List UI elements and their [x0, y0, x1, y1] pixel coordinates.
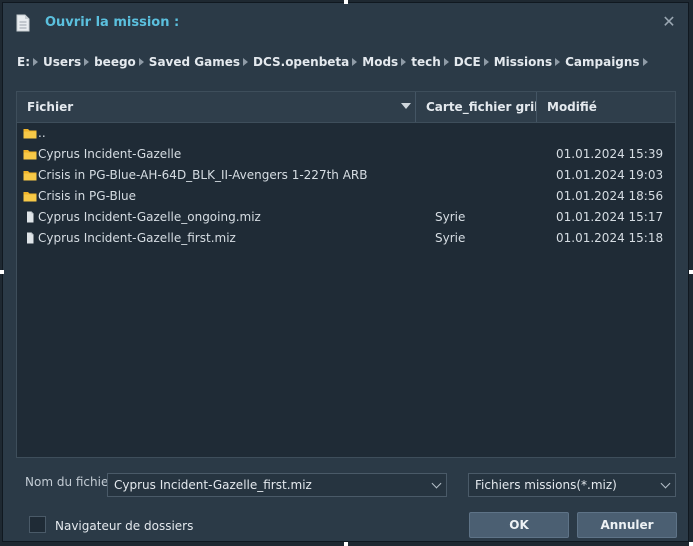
list-item-file[interactable]: Cyprus Incident-Gazelle_first.miz Syrie … [17, 228, 675, 249]
file-name: .. [38, 126, 46, 140]
file-date: 01.01.2024 18:56 [556, 189, 664, 203]
breadcrumb-missions[interactable]: Missions [494, 55, 552, 69]
file-date: 01.01.2024 15:39 [556, 147, 664, 161]
resize-handle-left[interactable] [0, 270, 4, 274]
column-header-name[interactable]: Fichier [17, 92, 416, 122]
breadcrumb-dce[interactable]: DCE [454, 55, 481, 69]
breadcrumb-campaigns[interactable]: Campaigns [565, 55, 639, 69]
list-item-folder[interactable]: Cyprus Incident-Gazelle 01.01.2024 15:39 [17, 144, 675, 165]
chevron-right-icon [243, 58, 248, 66]
column-header-label: Carte_fichier grille [426, 100, 536, 114]
file-list: Fichier Carte_fichier grille Modifié .. … [16, 91, 676, 458]
breadcrumb-tech[interactable]: tech [411, 55, 441, 69]
resize-handle-top[interactable] [344, 0, 348, 4]
list-item-folder[interactable]: Crisis in PG-Blue-AH-64D_BLK_II-Avengers… [17, 165, 675, 186]
column-header-label: Fichier [27, 100, 74, 114]
title-bar: Ouvrir la mission : ✕ [3, 3, 688, 43]
breadcrumb-saved-games[interactable]: Saved Games [149, 55, 240, 69]
file-type-value: Fichiers missions(*.miz) [475, 478, 617, 492]
folder-icon [23, 192, 37, 202]
chevron-right-icon [642, 58, 648, 66]
resize-handle-bottom[interactable] [344, 542, 348, 546]
list-header: Fichier Carte_fichier grille Modifié [17, 92, 675, 123]
close-icon[interactable]: ✕ [662, 14, 676, 30]
filename-value: Cyprus Incident-Gazelle_first.miz [114, 478, 312, 492]
breadcrumb-users[interactable]: Users [43, 55, 81, 69]
file-icon [27, 232, 34, 244]
chevron-right-icon [33, 58, 38, 66]
file-type-select[interactable]: Fichiers missions(*.miz) [468, 473, 676, 497]
list-item-folder[interactable]: Crisis in PG-Blue 01.01.2024 18:56 [17, 186, 675, 207]
file-icon [27, 211, 34, 223]
filename-input[interactable]: Cyprus Incident-Gazelle_first.miz [107, 473, 447, 497]
chevron-right-icon [443, 58, 449, 66]
breadcrumb-drive[interactable]: E: [17, 55, 30, 69]
folder-icon [23, 171, 37, 181]
file-date: 01.01.2024 15:17 [556, 210, 664, 224]
filename-label: Nom du fichie [25, 475, 109, 489]
file-date: 01.01.2024 15:18 [556, 231, 664, 245]
chevron-right-icon [352, 58, 358, 66]
resize-handle-right[interactable] [689, 270, 693, 274]
file-date: 01.01.2024 19:03 [556, 168, 664, 182]
list-item-file[interactable]: Cyprus Incident-Gazelle_ongoing.miz Syri… [17, 207, 675, 228]
list-item-parent-folder[interactable]: .. [17, 123, 675, 144]
dialog-title: Ouvrir la mission : [45, 15, 180, 30]
folder-icon [23, 150, 37, 160]
chevron-right-icon [138, 58, 144, 66]
open-mission-dialog: Ouvrir la mission : ✕ E: Users beego Sav… [2, 2, 689, 542]
chevron-right-icon [483, 58, 489, 66]
file-map: Syrie [435, 231, 466, 245]
file-name: Cyprus Incident-Gazelle_ongoing.miz [38, 210, 261, 224]
folder-browser-checkbox[interactable] [29, 516, 46, 533]
file-name: Cyprus Incident-Gazelle [38, 147, 182, 161]
file-name: Crisis in PG-Blue-AH-64D_BLK_II-Avengers… [38, 168, 368, 182]
breadcrumb-dcs[interactable]: DCS.openbeta [253, 55, 349, 69]
folder-browser-label: Navigateur de dossiers [55, 519, 194, 533]
chevron-right-icon [401, 58, 407, 66]
column-header-modified[interactable]: Modifié [537, 92, 673, 122]
file-name: Crisis in PG-Blue [38, 189, 137, 203]
folder-icon [23, 129, 37, 139]
breadcrumb-user[interactable]: beego [94, 55, 136, 69]
sort-down-icon [401, 103, 411, 109]
document-icon [16, 14, 30, 32]
resize-handle-corner[interactable] [689, 542, 693, 546]
file-map: Syrie [435, 210, 466, 224]
column-header-map[interactable]: Carte_fichier grille [416, 92, 537, 122]
file-name: Cyprus Incident-Gazelle_first.miz [38, 231, 236, 245]
chevron-down-icon[interactable] [431, 478, 442, 489]
file-rows: .. Cyprus Incident-Gazelle 01.01.2024 15… [17, 123, 675, 249]
column-header-label: Modifié [547, 100, 597, 114]
cancel-button[interactable]: Annuler [577, 512, 677, 538]
breadcrumb-mods[interactable]: Mods [362, 55, 398, 69]
breadcrumb: E: Users beego Saved Games DCS.openbeta … [17, 53, 678, 71]
ok-button[interactable]: OK [469, 512, 569, 538]
chevron-right-icon [84, 58, 90, 66]
chevron-down-icon [660, 478, 671, 489]
chevron-right-icon [555, 58, 561, 66]
